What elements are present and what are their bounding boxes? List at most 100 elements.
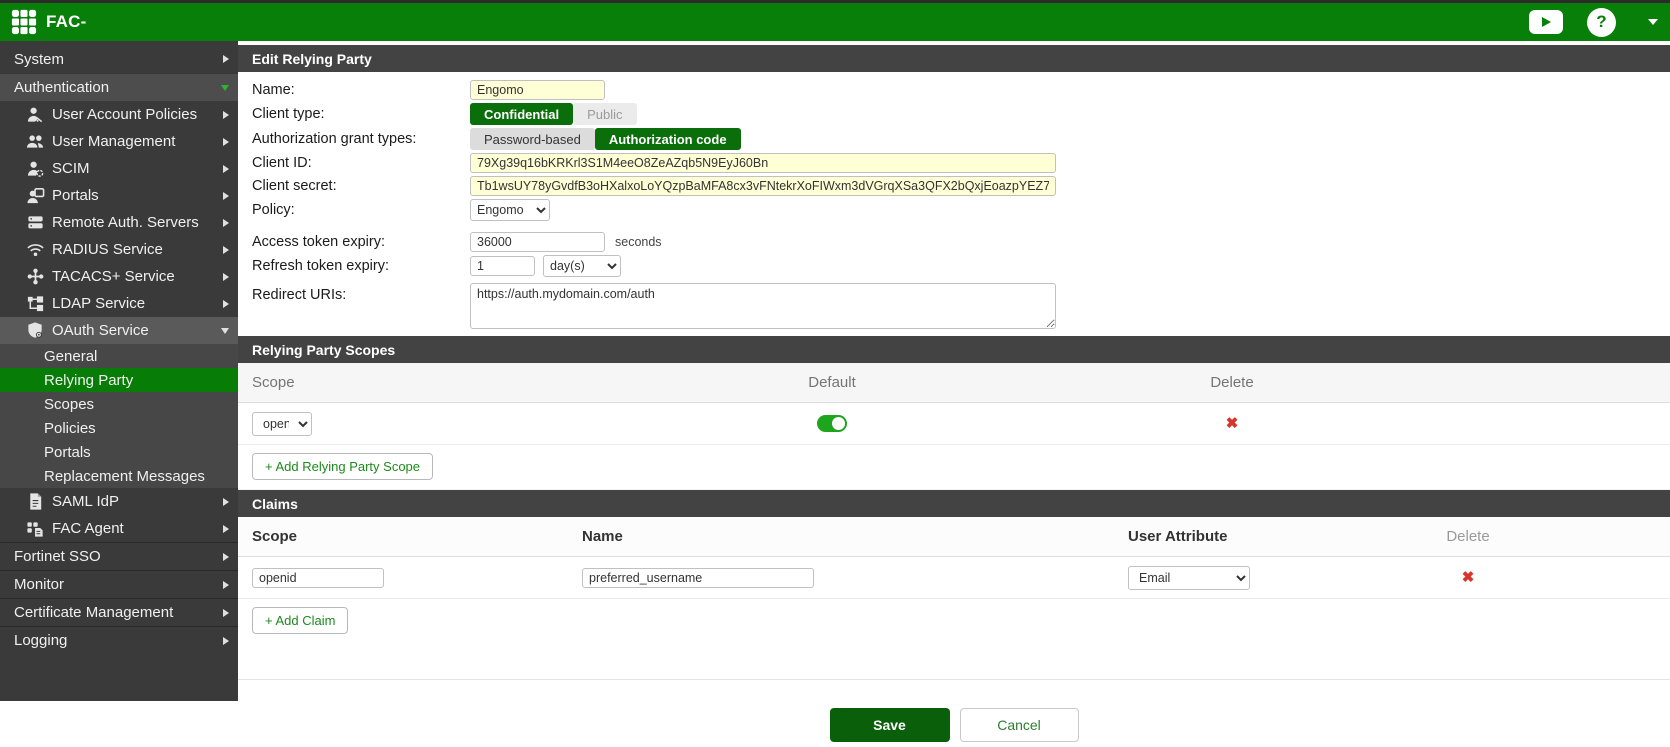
sidebar-item-general[interactable]: General (0, 344, 238, 368)
sidebar-item-remote-auth-servers[interactable]: Remote Auth. Servers (0, 209, 238, 236)
sidebar-item-monitor[interactable]: Monitor (0, 570, 238, 598)
claim-scope-input[interactable] (252, 568, 384, 588)
sidebar-item-label: SAML IdP (52, 493, 119, 510)
scopes-table-header: Scope Default Delete (238, 363, 1670, 403)
sidebar-item-user-management[interactable]: User Management (0, 128, 238, 155)
sidebar-item-radius-service[interactable]: RADIUS Service (0, 236, 238, 263)
sidebar-item-label: Portals (52, 187, 99, 204)
shield-icon (26, 321, 45, 340)
client-type-label: Client type: (252, 106, 470, 122)
refresh-token-expiry-input[interactable] (470, 256, 535, 276)
hierarchy-icon (26, 294, 45, 313)
refresh-token-unit-select[interactable]: day(s) (543, 255, 621, 277)
help-icon[interactable]: ? (1587, 8, 1616, 37)
claims-section-header: Claims (238, 490, 1670, 517)
sidebar-item-logging[interactable]: Logging (0, 626, 238, 654)
client-type-public-button[interactable]: Public (573, 103, 636, 125)
sidebar-item-ldap-service[interactable]: LDAP Service (0, 290, 238, 317)
sidebar-item-portals[interactable]: Portals (0, 182, 238, 209)
delete-claim-button[interactable]: ✖ (1462, 568, 1475, 586)
sidebar-item-user-account-policies[interactable]: User Account Policies (0, 101, 238, 128)
brand-prefix: FAC- (46, 12, 86, 32)
sidebar-item-label: System (14, 51, 64, 68)
add-claim-button[interactable]: + Add Claim (252, 607, 348, 634)
claims-header-name: Name (582, 528, 1128, 545)
name-input[interactable] (470, 80, 605, 100)
chevron-right-icon (223, 246, 229, 254)
sidebar-item-portals[interactable]: Portals (0, 440, 238, 464)
sidebar-item-label: FAC Agent (52, 520, 124, 537)
sidebar-item-fortinet-sso[interactable]: Fortinet SSO (0, 542, 238, 570)
page-title: Edit Relying Party (238, 45, 1670, 72)
default-toggle-on[interactable] (817, 415, 847, 432)
chevron-right-icon (223, 55, 229, 63)
cancel-button[interactable]: Cancel (960, 708, 1079, 742)
client-type-segment: Confidential Public (470, 103, 637, 125)
sidebar-item-label: Monitor (14, 576, 64, 593)
chevron-down-icon (221, 328, 229, 334)
add-relying-party-scope-button[interactable]: + Add Relying Party Scope (252, 453, 433, 480)
scopes-header-scope: Scope (252, 374, 772, 391)
sidebar-item-authentication[interactable]: Authentication (0, 73, 238, 101)
sidebar-item-system[interactable]: System (0, 45, 238, 73)
name-label: Name: (252, 82, 470, 98)
claims-header-user-attribute: User Attribute (1128, 528, 1408, 545)
sidebar-item-label: Portals (44, 444, 91, 461)
user-gear-icon (26, 159, 45, 178)
scopes-table-row: openid ✖ (238, 403, 1670, 445)
scopes-header-default: Default (772, 374, 892, 391)
sidebar-item-saml-idp[interactable]: SAML IdP (0, 488, 238, 515)
claim-user-attribute-select[interactable]: Email (1128, 566, 1250, 590)
main-content: Edit Relying Party Name: Client type: Co… (238, 41, 1670, 742)
scopes-header-delete: Delete (1172, 374, 1292, 391)
redirect-uris-textarea[interactable]: https://auth.mydomain.com/auth (470, 283, 1056, 329)
chevron-right-icon (223, 300, 229, 308)
chevron-right-icon (223, 138, 229, 146)
sidebar-item-fac-agent[interactable]: FAC Agent (0, 515, 238, 542)
chevron-right-icon (223, 192, 229, 200)
client-secret-input[interactable] (470, 176, 1056, 196)
grant-password-based-button[interactable]: Password-based (470, 128, 595, 150)
sidebar-item-replacement-messages[interactable]: Replacement Messages (0, 464, 238, 488)
save-button[interactable]: Save (830, 708, 950, 742)
sidebar-item-tacacs-service[interactable]: TACACS+ Service (0, 263, 238, 290)
sidebar: System Authentication User Account Policie… (0, 41, 238, 701)
sidebar-item-scim[interactable]: SCIM (0, 155, 238, 182)
sidebar-item-label: OAuth Service (52, 322, 149, 339)
chevron-right-icon (223, 581, 229, 589)
form-actions: Save Cancel (238, 708, 1670, 742)
grant-authorization-code-button[interactable]: Authorization code (595, 128, 741, 150)
sidebar-item-label: Policies (44, 420, 96, 437)
sidebar-item-label: Authentication (14, 79, 109, 96)
grant-types-segment: Password-based Authorization code (470, 128, 741, 150)
policy-select[interactable]: Engomo (470, 199, 550, 221)
client-id-input[interactable] (470, 153, 1056, 173)
scopes-section-header: Relying Party Scopes (238, 336, 1670, 363)
apps-grid-icon[interactable] (10, 8, 38, 36)
scope-select[interactable]: openid (252, 412, 312, 436)
client-type-confidential-button[interactable]: Confidential (470, 103, 573, 125)
edit-relying-party-form: Name: Client type: Confidential Public A… (238, 72, 1670, 336)
sidebar-item-label: Relying Party (44, 372, 133, 389)
sidebar-item-policies[interactable]: Policies (0, 416, 238, 440)
chevron-right-icon (223, 498, 229, 506)
sidebar-item-certificate-management[interactable]: Certificate Management (0, 598, 238, 626)
sidebar-item-label: Scopes (44, 396, 94, 413)
sidebar-item-relying-party[interactable]: Relying Party (0, 368, 238, 392)
access-token-expiry-input[interactable] (470, 232, 605, 252)
account-menu[interactable] (1640, 19, 1658, 25)
sidebar-item-label: Remote Auth. Servers (52, 214, 199, 231)
claims-header-delete: Delete (1408, 528, 1528, 545)
sidebar-item-label: Replacement Messages (44, 468, 205, 485)
sidebar-item-label: Logging (14, 632, 67, 649)
sidebar-item-oauth-service[interactable]: OAuth Service (0, 317, 238, 344)
claims-table-row: Email ✖ (238, 557, 1670, 599)
youtube-icon[interactable] (1529, 10, 1563, 34)
delete-scope-button[interactable]: ✖ (1226, 414, 1239, 432)
client-secret-label: Client secret: (252, 178, 470, 194)
claim-name-input[interactable] (582, 568, 814, 588)
chevron-down-icon (1648, 19, 1658, 25)
user-policies-icon (26, 105, 45, 124)
sidebar-item-scopes[interactable]: Scopes (0, 392, 238, 416)
document-icon (26, 492, 45, 511)
